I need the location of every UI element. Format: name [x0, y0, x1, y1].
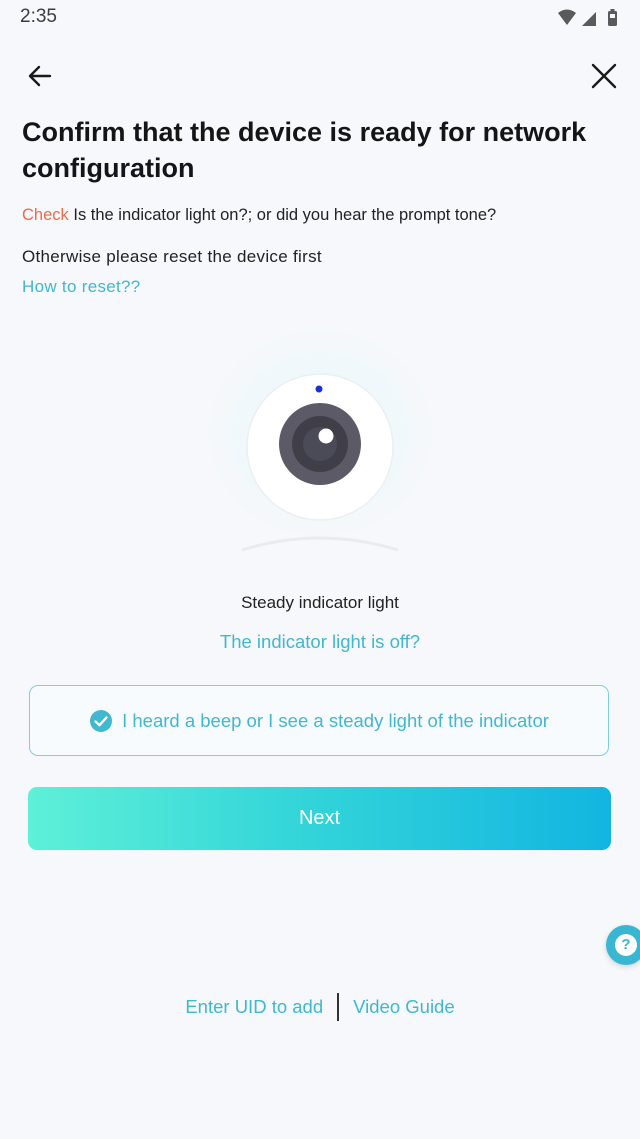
- indicator-led: [315, 385, 323, 393]
- camera-illustration: [195, 330, 445, 560]
- page-title: Confirm that the device is ready for net…: [22, 117, 587, 183]
- indicator-caption: Steady indicator light: [241, 593, 399, 612]
- check-question: Is the indicator light on?; or did you h…: [68, 206, 497, 224]
- check-instruction: Check Is the indicator light on?; or did…: [22, 206, 622, 225]
- camera-lens: [279, 403, 361, 485]
- footer-divider: [337, 993, 340, 1021]
- status-icons: [558, 9, 617, 26]
- nav-bar: [0, 52, 640, 96]
- arrow-left-icon: [28, 65, 52, 87]
- status-bar: 2:35: [0, 0, 640, 36]
- question-mark-icon: ?: [615, 934, 637, 956]
- indicator-off-link[interactable]: The indicator light is off?: [0, 631, 640, 653]
- back-button[interactable]: [20, 56, 60, 96]
- wifi-icon: [558, 9, 576, 25]
- help-button[interactable]: ?: [606, 925, 640, 965]
- how-to-reset-link[interactable]: How to reset??: [22, 277, 141, 297]
- reset-hint: Otherwise please reset the device first: [22, 247, 322, 266]
- video-guide-link[interactable]: Video Guide: [353, 996, 455, 1018]
- check-highlight: Check: [22, 206, 69, 224]
- confirm-checkbox[interactable]: I heard a beep or I see a steady light o…: [29, 685, 609, 756]
- close-button[interactable]: [584, 56, 624, 96]
- footer-links: Enter UID to add Video Guide: [0, 990, 640, 1024]
- enter-uid-link[interactable]: Enter UID to add: [185, 996, 323, 1018]
- signal-icon: [582, 12, 596, 26]
- check-circle-icon: [90, 709, 113, 732]
- battery-icon: [608, 9, 617, 26]
- close-icon: [591, 63, 617, 89]
- next-button[interactable]: Next: [28, 787, 611, 850]
- confirm-label: I heard a beep or I see a steady light o…: [122, 709, 549, 731]
- status-time: 2:35: [20, 6, 57, 27]
